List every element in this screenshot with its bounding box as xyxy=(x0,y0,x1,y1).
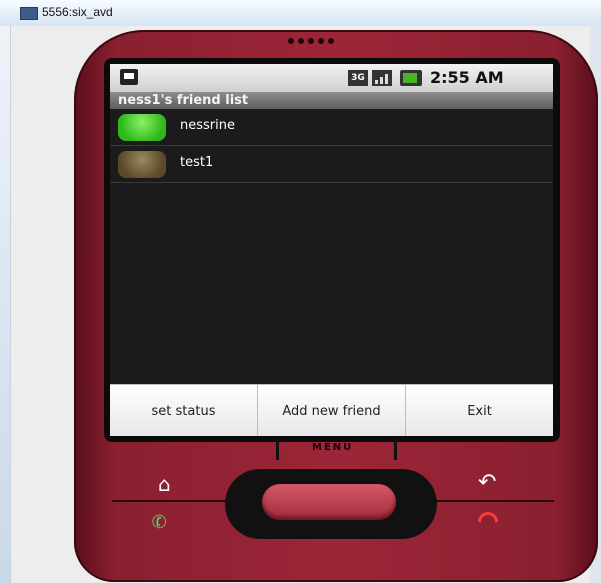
end-call-key-icon[interactable] xyxy=(478,512,498,524)
phone-screen: 3G 2:55 AM ness1's friend list nessrine … xyxy=(110,64,553,436)
options-menu: set status Add new friend Exit xyxy=(110,384,553,436)
exit-button[interactable]: Exit xyxy=(406,385,553,436)
menu-key-label: MENU xyxy=(312,442,354,453)
window-title: 5556:six_avd xyxy=(42,5,113,19)
add-new-friend-button[interactable]: Add new friend xyxy=(258,385,406,436)
signal-icon xyxy=(372,70,392,86)
hardware-menu-key[interactable]: MENU xyxy=(276,438,400,464)
friend-name: nessrine xyxy=(180,118,235,133)
divider-left-top xyxy=(112,500,230,502)
trackball-button[interactable] xyxy=(262,484,396,520)
window-left-edge xyxy=(0,26,10,583)
friend-row-test1[interactable]: test1 xyxy=(110,146,553,183)
status-indicator-icon xyxy=(118,151,166,178)
notification-icon xyxy=(120,69,138,85)
friend-name: test1 xyxy=(180,155,214,170)
emulator-app-icon xyxy=(20,7,38,20)
set-status-button[interactable]: set status xyxy=(110,385,258,436)
home-key-icon[interactable]: ⌂ xyxy=(158,472,171,496)
status-indicator-icon xyxy=(118,114,166,141)
window-titlebar: 5556:six_avd xyxy=(0,0,601,27)
back-key-icon[interactable]: ↶ xyxy=(478,470,496,495)
status-time: 2:55 AM xyxy=(430,68,504,87)
friend-row-nessrine[interactable]: nessrine xyxy=(110,109,553,146)
speaker-grille xyxy=(288,38,334,44)
friend-list: nessrine test1 xyxy=(110,109,553,183)
divider-right-top xyxy=(432,500,554,502)
network-type-icon: 3G xyxy=(348,70,368,86)
status-bar: 3G 2:55 AM xyxy=(110,64,553,92)
battery-icon xyxy=(400,70,422,86)
app-title-bar: ness1's friend list xyxy=(110,92,553,109)
